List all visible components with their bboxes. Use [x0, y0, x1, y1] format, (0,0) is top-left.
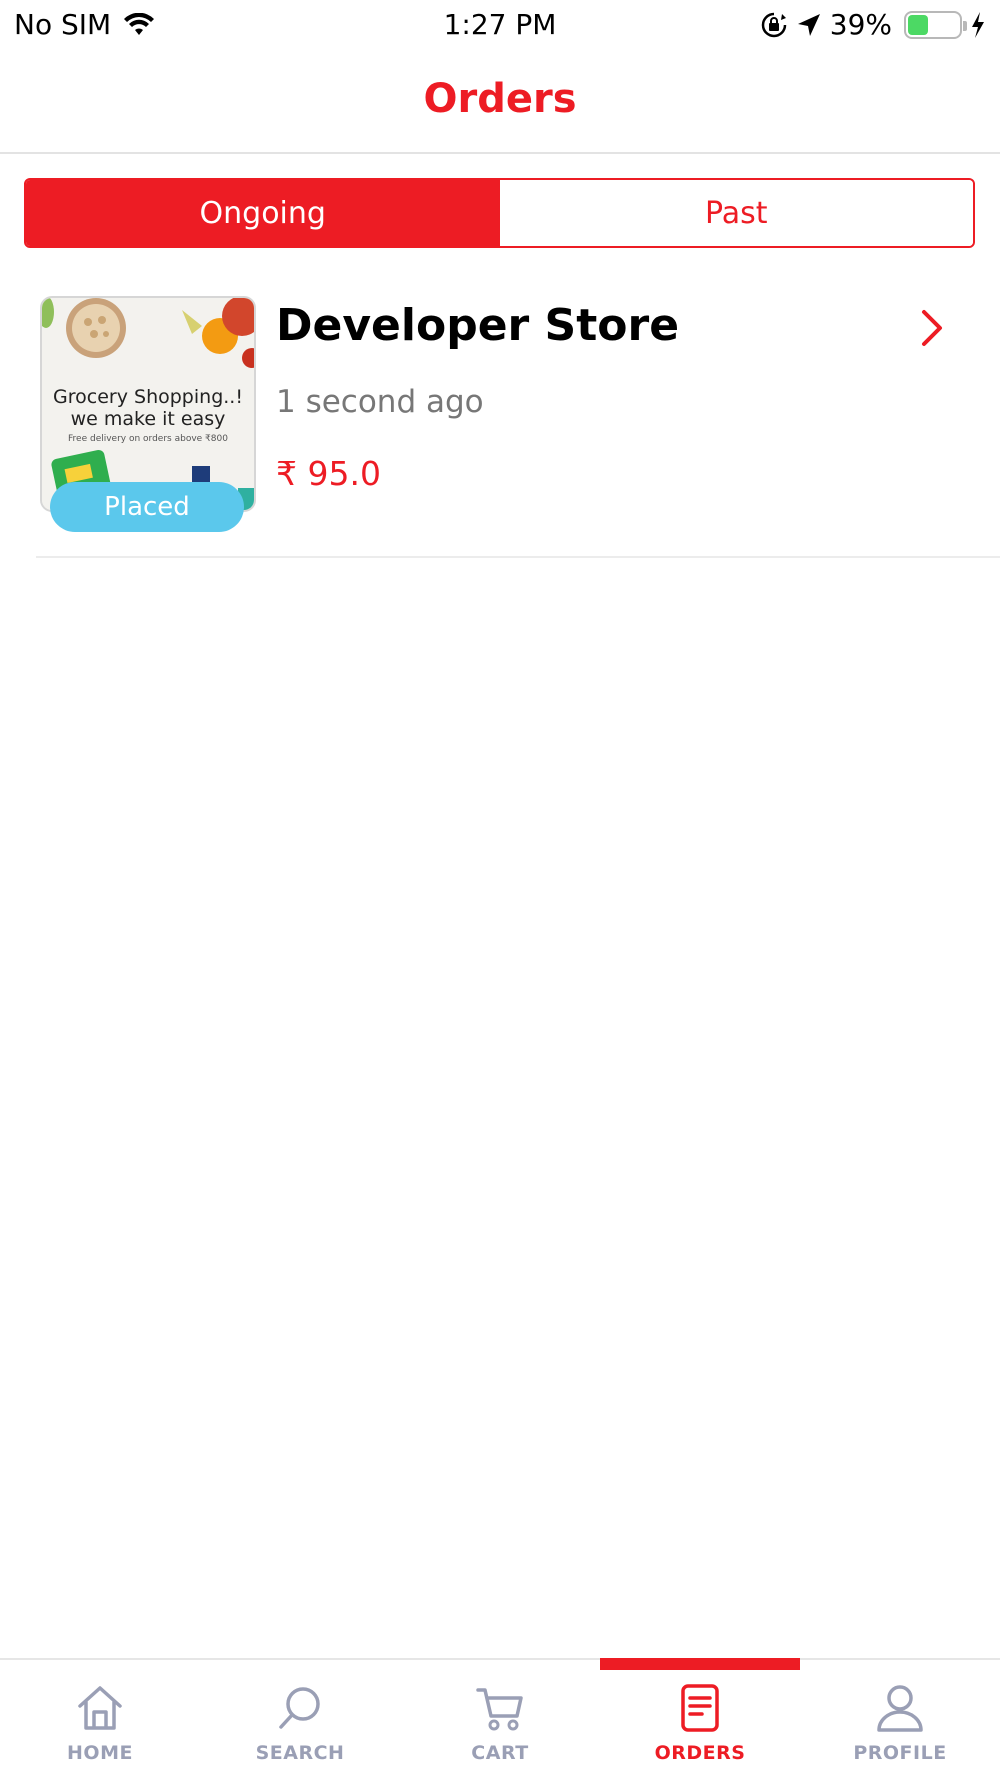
cart-icon [476, 1688, 523, 1731]
status-badge: Placed [50, 482, 244, 532]
battery-percent: 39% [829, 8, 892, 41]
orientation-lock-icon [761, 12, 787, 37]
page-title: Orders [423, 76, 577, 122]
chevron-right-icon[interactable] [916, 308, 946, 348]
tab-profile[interactable]: PROFILE [800, 1660, 1000, 1778]
status-bar-right: 39% [760, 8, 986, 41]
status-bar: No SIM 1:27 PM 39% [0, 0, 1000, 50]
tab-ongoing[interactable]: Ongoing [26, 180, 500, 246]
order-price: ₹ 95.0 [276, 454, 381, 493]
tab-label-home: HOME [67, 1742, 133, 1764]
tab-past[interactable]: Past [499, 180, 973, 246]
order-time: 1 second ago [276, 384, 484, 420]
tab-home[interactable]: HOME [0, 1660, 200, 1778]
order-list-item[interactable]: Grocery Shopping..! we make it easy Free… [36, 292, 1000, 558]
header: Orders [0, 50, 1000, 154]
banner-line-2: we make it easy [70, 408, 226, 430]
banner-line-1: Grocery Shopping..! [53, 386, 243, 408]
tab-label-cart: CART [471, 1742, 529, 1764]
battery-level [908, 14, 928, 35]
tab-search[interactable]: SEARCH [200, 1660, 400, 1778]
charging-bolt-icon [972, 11, 984, 38]
bottom-tab-bar: HOME SEARCH CART ORDERS PROFILE [0, 1658, 1000, 1778]
orders-screen: No SIM 1:27 PM 39% Orders Ongoing Past G… [0, 0, 1000, 1778]
tab-label-search: SEARCH [255, 1742, 345, 1764]
location-arrow-icon [797, 13, 820, 36]
search-icon [279, 1687, 320, 1729]
tab-label-profile: PROFILE [853, 1742, 947, 1764]
orders-icon [681, 1684, 719, 1732]
banner-text: Grocery Shopping..! we make it easy [42, 386, 254, 430]
banner-subtext: Free delivery on orders above ₹800 [68, 434, 228, 444]
tab-cart[interactable]: CART [400, 1660, 600, 1778]
tab-orders[interactable]: ORDERS [600, 1658, 800, 1778]
orders-segment-control: Ongoing Past [24, 178, 975, 248]
profile-icon [877, 1685, 923, 1732]
store-thumbnail: Grocery Shopping..! we make it easy Free… [40, 296, 256, 512]
battery-icon [904, 10, 967, 39]
active-tab-indicator [600, 1658, 800, 1670]
home-icon [78, 1686, 122, 1730]
store-name: Developer Store [276, 300, 680, 351]
tab-label-orders: ORDERS [654, 1742, 746, 1764]
